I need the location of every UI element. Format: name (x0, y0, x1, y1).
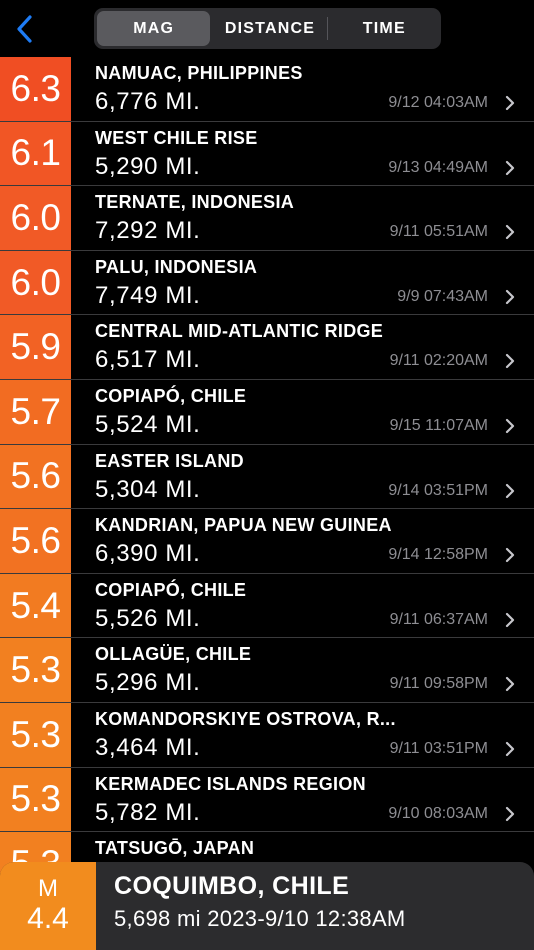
chevron-right-icon (505, 483, 515, 498)
chevron-right-icon (505, 677, 515, 692)
quake-place: PALU, INDONESIA (95, 256, 258, 277)
quake-place: WEST CHILE RISE (95, 127, 258, 148)
quake-distance: 7,292 MI. (95, 217, 201, 245)
quake-row[interactable]: 5.3 KOMANDORSKIYE OSTROVA, R... 3,464 MI. 9… (0, 702, 534, 768)
magnitude-badge: 6.1 (0, 121, 71, 186)
quake-time: 9/12 04:03AM (388, 94, 488, 111)
chevron-right-icon (505, 95, 515, 111)
tab-time[interactable]: TIME (328, 8, 441, 49)
tab-distance[interactable]: DISTANCE (213, 8, 326, 49)
quake-place: KANDRIAN, PAPUA NEW GUINEA (95, 515, 392, 536)
quake-distance: 5,524 MI. (95, 410, 201, 438)
quake-row[interactable]: 6.3 NAMUAC, PHILIPPINES 6,776 MI. 9/12 04:0… (0, 57, 534, 122)
top-bar: MAG DISTANCE TIME (0, 0, 534, 57)
tab-mag[interactable]: MAG (97, 11, 211, 46)
magnitude-badge: 5.6 (0, 444, 71, 509)
quake-place: COPIAPÓ, CHILE (95, 579, 247, 600)
quake-distance: 5,304 MI. (95, 475, 201, 503)
quake-distance: 5,290 MI. (95, 152, 201, 180)
magnitude-badge: 5.3 (0, 638, 71, 702)
quake-distance: 6,390 MI. (95, 540, 201, 568)
quake-distance: 3,464 MI. (95, 733, 201, 761)
quake-row[interactable]: 5.3 KERMADEC ISLANDS REGION 5,782 MI. 9/10 … (0, 767, 534, 833)
magnitude-badge: 5.3 (0, 767, 71, 832)
quake-place: COPIAPÓ, CHILE (95, 385, 247, 406)
quake-place: TATSUGŌ, JAPAN (95, 838, 255, 859)
quake-distance: 5,296 MI. (95, 669, 201, 697)
magnitude-badge: 6.0 (0, 250, 71, 315)
magnitude-badge: 5.4 (0, 573, 71, 638)
chevron-right-icon (505, 225, 515, 240)
selected-quake-panel[interactable]: M 4.4 COQUIMBO, CHILE 5,698 mi 2023-9/10… (0, 862, 534, 950)
quake-row[interactable]: 5.9 CENTRAL MID-ATLANTIC RIDGE 6,517 MI. 9/… (0, 315, 534, 380)
selected-magnitude-badge: M 4.4 (0, 862, 96, 950)
chevron-right-icon (505, 354, 515, 369)
magnitude-badge: 5.7 (0, 379, 71, 444)
quake-distance: 5,526 MI. (95, 604, 201, 632)
selected-distance-time: 5,698 mi 2023-9/10 12:38AM (114, 906, 406, 931)
quake-time: 9/13 04:49AM (388, 158, 488, 176)
quake-time: 9/9 07:43AM (397, 287, 488, 305)
quake-row[interactable]: 5.6 EASTER ISLAND 5,304 MI. 9/14 03:51PM (0, 444, 534, 510)
sort-segmented-control: MAG DISTANCE TIME (94, 8, 441, 49)
magnitude-badge: 5.9 (0, 315, 71, 379)
quake-time: 9/11 02:20AM (389, 352, 488, 370)
earthquake-list: 6.3 NAMUAC, PHILIPPINES 6,776 MI. 9/12 04:0… (0, 57, 534, 897)
quake-place: TERNATE, INDONESIA (95, 192, 295, 213)
quake-distance: 6,517 MI. (95, 346, 201, 374)
quake-place: EASTER ISLAND (95, 450, 244, 471)
quake-distance: 7,749 MI. (95, 281, 201, 309)
quake-row[interactable]: 6.0 TERNATE, INDONESIA 7,292 MI. 9/11 05:51… (0, 186, 534, 251)
chevron-right-icon (505, 806, 515, 821)
chevron-right-icon (505, 160, 515, 175)
quake-row[interactable]: 5.3 OLLAGÜE, CHILE 5,296 MI. 9/11 09:58PM (0, 638, 534, 703)
magnitude-badge: 6.0 (0, 186, 71, 250)
quake-distance: 6,776 MI. (95, 88, 201, 115)
magnitude-badge: 5.6 (0, 509, 71, 573)
chevron-right-icon (505, 548, 515, 563)
chevron-right-icon (505, 741, 515, 757)
quake-time: 9/14 03:51PM (388, 481, 488, 499)
quake-place: NAMUAC, PHILIPPINES (95, 63, 303, 83)
quake-place: KOMANDORSKIYE OSTROVA, R... (95, 708, 396, 729)
quake-row[interactable]: 5.6 KANDRIAN, PAPUA NEW GUINEA 6,390 MI. 9/… (0, 509, 534, 574)
quake-row[interactable]: 6.0 PALU, INDONESIA 7,749 MI. 9/9 07:43AM (0, 250, 534, 316)
chevron-right-icon (505, 289, 515, 304)
quake-time: 9/10 08:03AM (388, 804, 488, 822)
chevron-left-icon[interactable] (12, 13, 40, 45)
quake-time: 9/14 12:58PM (388, 546, 488, 564)
quake-row[interactable]: 5.7 COPIAPÓ, CHILE 5,524 MI. 9/15 11:07AM (0, 379, 534, 445)
quake-row[interactable]: 6.1 WEST CHILE RISE 5,290 MI. 9/13 04:49AM (0, 121, 534, 187)
quake-distance: 5,782 MI. (95, 798, 201, 826)
magnitude-label: M (38, 875, 58, 902)
quake-place: KERMADEC ISLANDS REGION (95, 773, 366, 794)
quake-time: 9/11 03:51PM (389, 739, 488, 757)
magnitude-value: 4.4 (27, 902, 69, 935)
quake-time: 9/11 05:51AM (389, 223, 488, 241)
quake-place: OLLAGÜE, CHILE (95, 644, 252, 665)
selected-place: COQUIMBO, CHILE (114, 872, 350, 900)
quake-time: 9/11 06:37AM (389, 610, 488, 628)
quake-time: 9/15 11:07AM (389, 416, 488, 434)
quake-time: 9/11 09:58PM (389, 675, 488, 693)
chevron-right-icon (505, 418, 515, 434)
quake-row[interactable]: 5.4 COPIAPÓ, CHILE 5,526 MI. 9/11 06:37AM (0, 573, 534, 639)
magnitude-badge: 6.3 (0, 57, 71, 121)
quake-place: CENTRAL MID-ATLANTIC RIDGE (95, 321, 384, 342)
magnitude-badge: 5.3 (0, 702, 71, 767)
chevron-right-icon (505, 612, 515, 627)
